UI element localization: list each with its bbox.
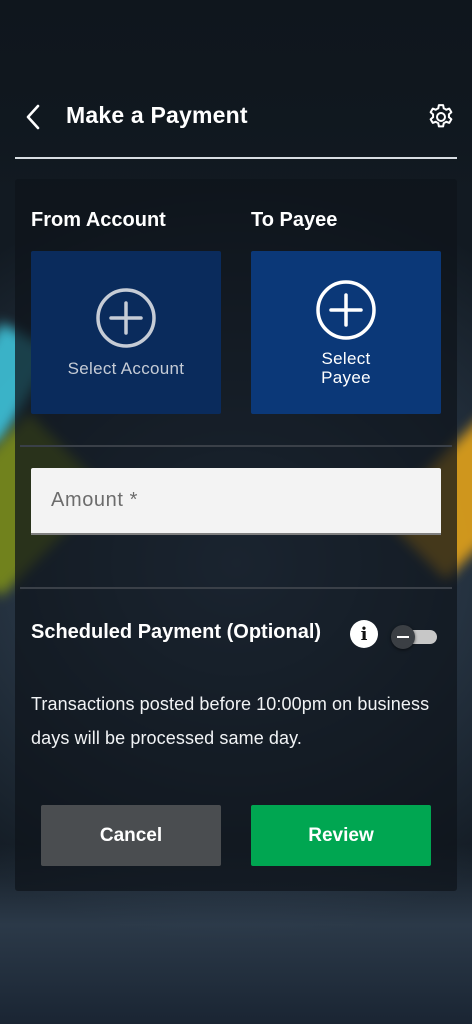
- select-account-label: Select Account: [67, 359, 185, 378]
- header-divider: [15, 157, 457, 159]
- minus-icon: [397, 636, 409, 638]
- select-payee-label: Select Payee: [251, 349, 441, 387]
- select-payee-label-line: Payee: [321, 368, 371, 387]
- scheduled-payment-toggle[interactable]: [391, 625, 437, 649]
- scheduled-payment-label: Scheduled Payment (Optional): [31, 621, 322, 643]
- gear-icon: [429, 104, 453, 128]
- plus-circle-icon: [96, 288, 156, 348]
- section-divider: [20, 587, 452, 589]
- toggle-knob: [391, 625, 415, 649]
- select-account-tile[interactable]: Select Account: [31, 251, 221, 414]
- payment-form: From Account To Payee Select Account Sel…: [15, 179, 457, 891]
- select-payee-label-line: Select: [321, 349, 371, 368]
- settings-button[interactable]: [424, 100, 458, 134]
- amount-input[interactable]: [31, 468, 441, 533]
- cancel-button[interactable]: Cancel: [41, 805, 221, 866]
- review-button[interactable]: Review: [251, 805, 431, 866]
- chevron-left-icon: [26, 104, 40, 130]
- from-account-label: From Account: [31, 209, 166, 231]
- select-payee-tile[interactable]: Select Payee: [251, 251, 441, 414]
- page-header: Make a Payment: [0, 96, 472, 138]
- amount-field[interactable]: [31, 468, 441, 535]
- back-button[interactable]: [18, 100, 48, 134]
- plus-circle-icon: [316, 280, 376, 340]
- info-icon[interactable]: i: [350, 620, 378, 648]
- page-title: Make a Payment: [66, 102, 248, 128]
- processing-notice: Transactions posted before 10:00pm on bu…: [31, 694, 430, 748]
- to-payee-label: To Payee: [251, 209, 338, 231]
- section-divider: [20, 445, 452, 447]
